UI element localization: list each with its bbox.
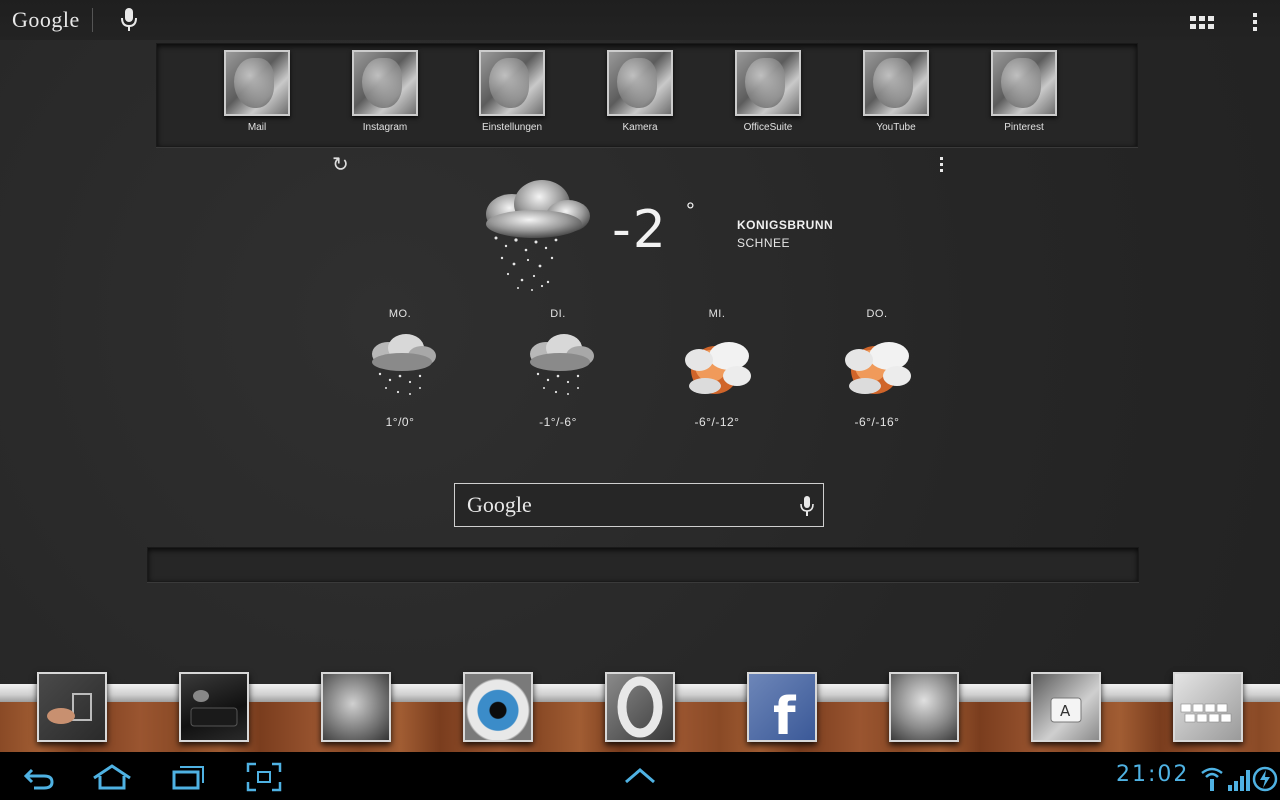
forecast-day: DO. -6°/-16°: [827, 308, 927, 429]
svg-text:f: f: [773, 687, 797, 740]
widget-menu-icon[interactable]: [936, 154, 946, 174]
divider: [92, 8, 93, 32]
screenshot-icon[interactable]: [246, 762, 282, 792]
degree-symbol: °: [686, 198, 695, 223]
app-label: Kamera: [622, 122, 658, 133]
empty-shelf: [147, 547, 1139, 582]
dock-photo-icon[interactable]: [889, 672, 959, 742]
app-kamera[interactable]: Kamera: [590, 50, 690, 133]
forecast-day: MO. 1°/0°: [350, 308, 450, 429]
forecast-day-label: DI.: [550, 308, 566, 320]
forecast-day: DI. -1°/-6°: [508, 308, 608, 429]
all-apps-icon[interactable]: [1188, 14, 1216, 32]
app-drawer-chevron-icon[interactable]: [622, 762, 658, 792]
dock-facebook-icon[interactable]: f: [747, 672, 817, 742]
mic-icon[interactable]: [799, 494, 815, 518]
forecast-day-label: MO.: [388, 308, 412, 320]
overflow-menu-icon[interactable]: [1248, 10, 1262, 34]
voice-search-icon[interactable]: [118, 6, 140, 34]
dock-eye-icon[interactable]: [463, 672, 533, 742]
snow-cloud-icon: [372, 334, 436, 395]
battery-charging-icon[interactable]: [1252, 764, 1278, 794]
location-name: KONIGSBRUNN: [737, 218, 834, 232]
forecast-day-label: DO.: [866, 308, 888, 320]
refresh-icon[interactable]: ↻: [332, 152, 349, 177]
mail-app-icon: [224, 50, 290, 116]
forecast-range: -6°/-16°: [854, 415, 900, 429]
forecast-range: 1°/0°: [385, 415, 415, 429]
forecast-range: -1°/-6°: [539, 415, 577, 429]
current-temperature: -2: [612, 200, 668, 260]
app-label: Mail: [247, 122, 267, 133]
app-label: Pinterest: [1004, 122, 1044, 133]
sun-cloud-icon: [845, 342, 911, 394]
recent-apps-icon[interactable]: [170, 762, 206, 792]
forecast-day: MI. -6°/-12°: [667, 308, 767, 429]
app-youtube[interactable]: YouTube: [846, 50, 946, 133]
app-einstellungen[interactable]: Einstellungen: [462, 50, 562, 133]
dock-opera-icon[interactable]: [605, 672, 675, 742]
officesuite-app-icon: [735, 50, 801, 116]
weather-condition: SCHNEE: [737, 236, 791, 250]
snow-cloud-icon: [530, 334, 594, 395]
sun-cloud-icon: [685, 342, 751, 394]
dock-keyboard-icon[interactable]: [1173, 672, 1243, 742]
svg-text:A: A: [1060, 702, 1071, 720]
camera-app-icon: [607, 50, 673, 116]
dock-gallery-icon[interactable]: [321, 672, 391, 742]
instagram-app-icon: [352, 50, 418, 116]
app-mail[interactable]: Mail: [207, 50, 307, 133]
wifi-signal-icon[interactable]: [1200, 764, 1256, 794]
forecast-range: -6°/-12°: [694, 415, 740, 429]
pinterest-app-icon: [991, 50, 1057, 116]
app-officesuite[interactable]: OfficeSuite: [718, 50, 818, 133]
back-icon[interactable]: [22, 762, 56, 792]
app-shelf: Mail Instagram Einstellungen Kamera Offi…: [156, 43, 1138, 147]
app-instagram[interactable]: Instagram: [335, 50, 435, 133]
app-label: OfficeSuite: [743, 122, 793, 133]
youtube-app-icon: [863, 50, 929, 116]
google-search-widget[interactable]: Google: [454, 483, 824, 527]
search-widget-logo: Google: [467, 492, 532, 517]
status-clock[interactable]: 21:02: [1116, 762, 1189, 787]
dock-phone-icon[interactable]: [37, 672, 107, 742]
app-label: Einstellungen: [481, 122, 543, 133]
app-label: YouTube: [876, 122, 916, 133]
settings-app-icon: [479, 50, 545, 116]
forecast-day-label: MI.: [708, 308, 726, 320]
app-label: Instagram: [362, 122, 408, 133]
dock-messaging-icon[interactable]: [179, 672, 249, 742]
google-search-button[interactable]: Google: [12, 7, 80, 33]
home-icon[interactable]: [92, 762, 132, 792]
app-pinterest[interactable]: Pinterest: [974, 50, 1074, 133]
dock-keyboard-key-icon[interactable]: A: [1031, 672, 1101, 742]
top-search-bar: Google: [0, 0, 1280, 40]
snow-cloud-icon: [486, 180, 590, 291]
